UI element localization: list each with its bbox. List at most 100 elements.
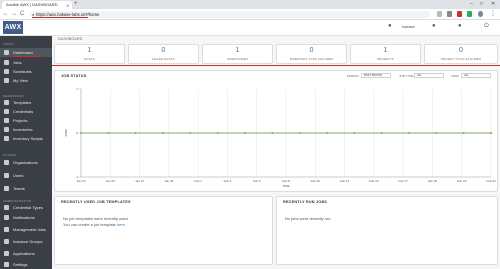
sidebar-item-label: My View: [13, 78, 29, 83]
sidebar-item-label: Inventories: [13, 127, 33, 132]
menu-icon[interactable]: ⋮: [490, 9, 496, 20]
period-select[interactable]: PAST MONTH: [361, 73, 391, 78]
series-point-1: [298, 132, 301, 134]
sidebar-item-templates[interactable]: Templates: [0, 98, 52, 107]
sidebar-item-label: Templates: [13, 100, 32, 105]
key-icon: [4, 109, 9, 114]
main-content: DASHBOARD 1 HOSTS 0 FAILED HOSTS 1 INVEN…: [52, 36, 500, 269]
job-type-select[interactable]: ALL: [414, 73, 444, 78]
count-label: HOSTS: [84, 57, 95, 61]
x-tick-label: Feb 4: [224, 179, 232, 183]
recent-templates-card: RECENTLY USED JOB TEMPLATES No job templ…: [54, 196, 273, 265]
sidebar-item-organizations[interactable]: Organizations: [0, 158, 52, 167]
sitemap-icon: [4, 127, 9, 132]
sidebar-item-label: Inventory Scripts: [13, 136, 43, 141]
profile-icon[interactable]: [478, 11, 483, 17]
info-icon[interactable]: ●: [432, 23, 436, 29]
count-cards: 1 HOSTS 0 FAILED HOSTS 1 INVENTORIES 0 I…: [52, 44, 500, 64]
extension-icon[interactable]: [447, 11, 452, 17]
address-bar[interactable]: ● https://awx.hakase-labs.io/#/home: [30, 11, 430, 18]
extension-green-icon[interactable]: [467, 11, 472, 17]
x-tick-label: Feb 22: [457, 179, 467, 183]
building-icon: [4, 160, 9, 165]
close-window-icon[interactable]: ✕: [491, 0, 495, 9]
count-label: INVENTORY SYNC FAILURES: [289, 57, 334, 61]
x-tick-label: Feb 20: [428, 179, 438, 183]
view-select[interactable]: ALL: [461, 73, 491, 78]
browser-tab[interactable]: Ansible AWX | DASHBOARD ✕: [2, 1, 72, 9]
sidebar-item-users[interactable]: Users: [0, 171, 52, 180]
recent-templates-title: RECENTLY USED JOB TEMPLATES: [61, 200, 131, 204]
briefcase-icon: [4, 227, 9, 232]
extension-shield-icon[interactable]: [457, 11, 462, 17]
sidebar-item-label: Dashboard: [13, 50, 33, 55]
browser-toolbar: ← → C ● https://awx.hakase-labs.io/#/hom…: [0, 9, 500, 20]
count-card-project-sync-failures[interactable]: 0 PROJECT SYNC FAILURES: [424, 44, 498, 64]
rocket-icon: [4, 60, 9, 65]
close-tab-icon[interactable]: ✕: [66, 1, 69, 9]
back-button[interactable]: ←: [3, 9, 9, 20]
sidebar-item-management-jobs[interactable]: Management Jobs: [0, 225, 52, 234]
cube-icon: [4, 251, 9, 256]
x-tick-label: Feb 6: [253, 179, 261, 183]
sidebar-item-teams[interactable]: Teams: [0, 184, 52, 193]
count-card-failed-hosts[interactable]: 0 FAILED HOSTS: [128, 44, 199, 64]
sidebar-item-schedules[interactable]: Schedules: [0, 67, 52, 76]
star-icon[interactable]: [437, 11, 442, 17]
calendar-icon: [4, 69, 9, 74]
sidebar-item-credentials[interactable]: Credentials: [0, 107, 52, 116]
reload-button[interactable]: C: [20, 9, 24, 20]
count-card-inventory-sync-failures[interactable]: 0 INVENTORY SYNC FAILURES: [276, 44, 347, 64]
count-label: FAILED HOSTS: [152, 57, 175, 61]
y-tick-label: -1: [75, 175, 78, 179]
forward-button[interactable]: →: [11, 9, 17, 20]
series-point-1: [189, 132, 192, 134]
line2-suffix: .: [124, 222, 127, 227]
sidebar-item-label: Applications: [13, 251, 35, 256]
minimize-icon[interactable]: –: [470, 0, 473, 9]
recent-jobs-title: RECENTLY RUN JOBS: [283, 200, 328, 204]
docs-icon[interactable]: ●: [458, 23, 462, 29]
job-status-title: JOB STATUS: [61, 74, 87, 78]
awx-logo[interactable]: AWX: [3, 21, 23, 34]
logout-icon[interactable]: ⏻: [484, 23, 489, 30]
job-status-chart: Jan 24 Jan 25 Jan 27 Jan 30 Feb 1 Feb 4 Feb 6 F…: [64, 87, 496, 188]
sidebar-annotation-underline: [10, 56, 42, 57]
tab-title: Ansible AWX | DASHBOARD: [6, 2, 58, 7]
user-icon[interactable]: ●: [388, 23, 392, 29]
eye-icon: [4, 78, 9, 83]
sidebar-item-projects[interactable]: Projects: [0, 116, 52, 125]
series-point-1: [462, 132, 465, 134]
sidebar-item-applications[interactable]: Applications: [0, 249, 52, 258]
count-label: PROJECTS: [377, 57, 394, 61]
count-card-hosts[interactable]: 1 HOSTS: [54, 44, 125, 64]
count-value: 0: [161, 47, 166, 54]
browser-tab-bar: Ansible AWX | DASHBOARD ✕ + – □ ✕: [0, 0, 500, 9]
username[interactable]: hakase: [402, 24, 415, 29]
create-template-link[interactable]: here: [117, 222, 125, 227]
code-icon: [4, 136, 9, 141]
period-label: PERIOD: [347, 74, 359, 78]
count-value: 0: [309, 47, 314, 54]
sidebar-item-notifications[interactable]: Notifications: [0, 213, 52, 222]
sidebar-item-jobs[interactable]: Jobs: [0, 58, 52, 67]
maximize-icon[interactable]: □: [480, 0, 483, 9]
sidebar-item-inventory-scripts[interactable]: Inventory Scripts: [0, 134, 52, 143]
new-tab-button[interactable]: +: [74, 0, 78, 9]
sidebar-item-credential-types[interactable]: Credential Types: [0, 203, 52, 212]
sidebar-item-settings[interactable]: Settings: [0, 260, 52, 269]
gear-icon: [4, 262, 9, 267]
sidebar-item-inventories[interactable]: Inventories: [0, 125, 52, 134]
sidebar-item-label: Credentials: [13, 109, 34, 114]
view-label: VIEW: [451, 74, 459, 78]
sidebar-item-instance-groups[interactable]: Instance Groups: [0, 237, 52, 246]
sidebar-item-label: Jobs: [13, 60, 22, 65]
x-tick-label: Feb 17: [398, 179, 408, 183]
count-card-inventories[interactable]: 1 INVENTORIES: [202, 44, 273, 64]
count-card-projects[interactable]: 1 PROJECTS: [350, 44, 421, 64]
dashboard-icon: [4, 50, 9, 55]
app-header: AWX ● hakase ● ● ⏻: [0, 20, 500, 36]
series-point-1: [107, 132, 110, 134]
recent-jobs-card: RECENTLY RUN JOBS No jobs were recently …: [276, 196, 498, 265]
sidebar-item-my-view[interactable]: My View: [0, 76, 52, 85]
